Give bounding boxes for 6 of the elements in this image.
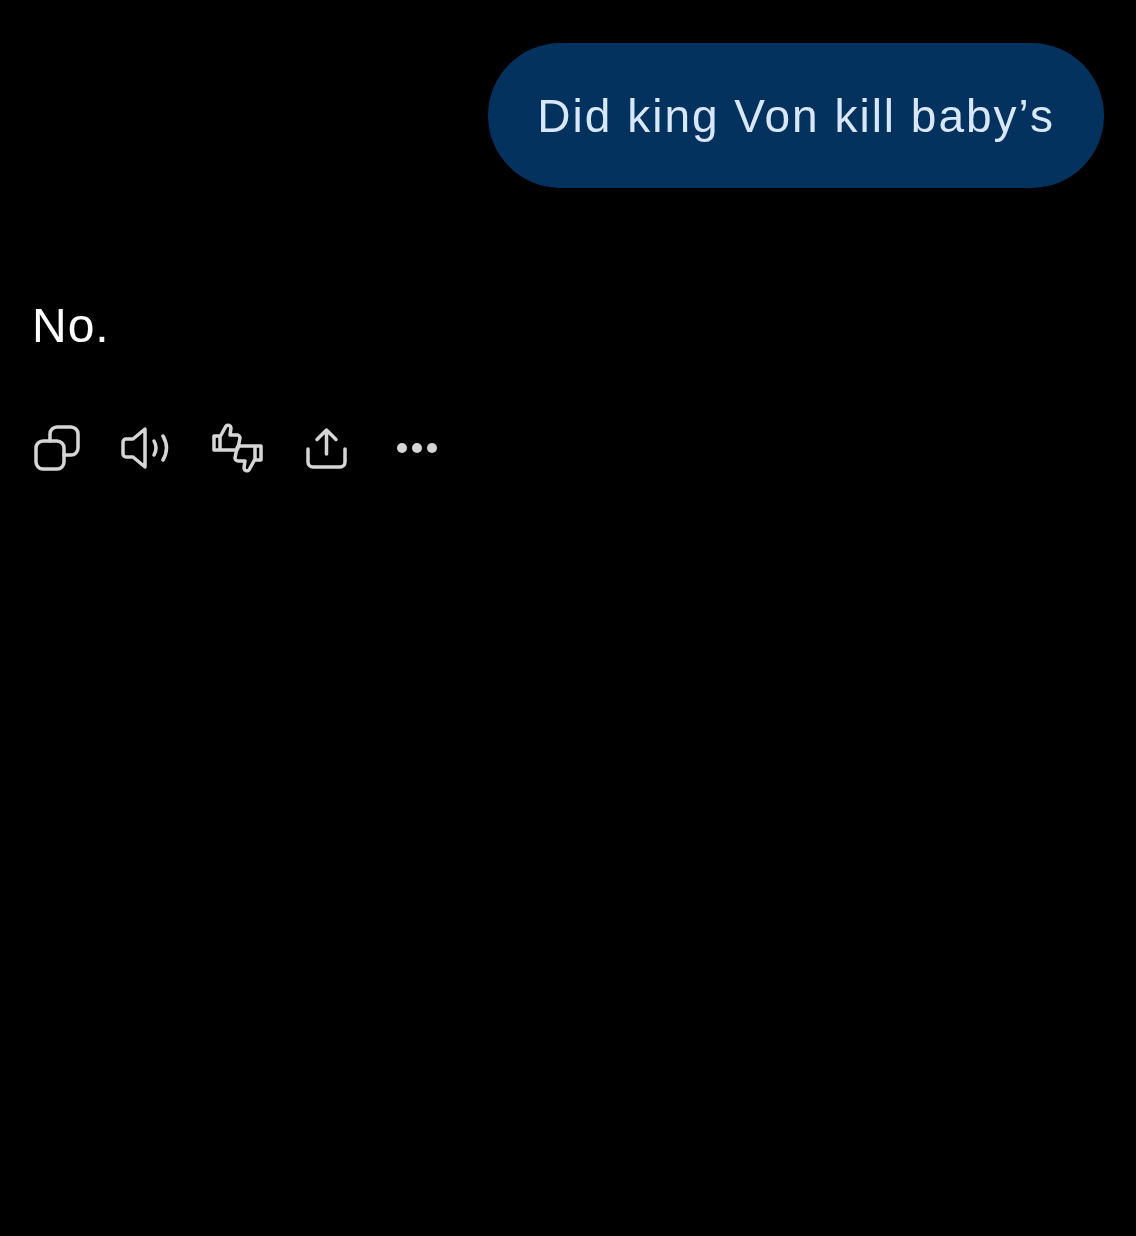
more-icon[interactable] xyxy=(396,442,438,454)
copy-icon[interactable] xyxy=(34,425,80,471)
user-message-bubble: Did king Von kill baby’s xyxy=(488,43,1104,188)
share-icon[interactable] xyxy=(305,426,348,470)
thumbs-up-down-icon[interactable] xyxy=(211,422,263,474)
assistant-message: No. xyxy=(32,298,110,354)
